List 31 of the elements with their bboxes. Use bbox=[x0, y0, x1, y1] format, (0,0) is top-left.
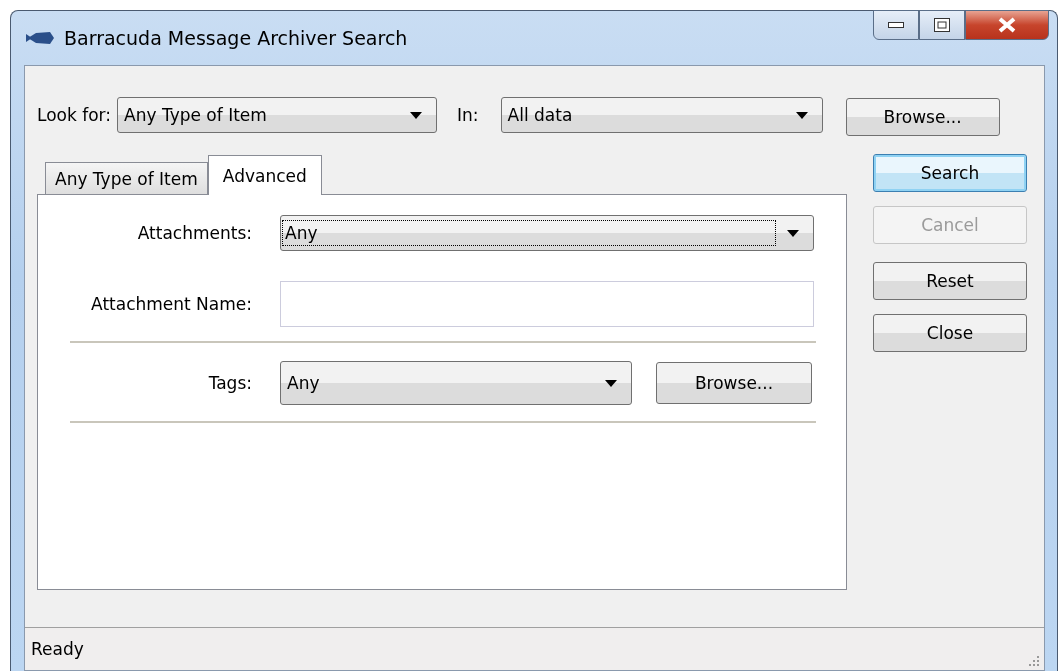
dialog-button[interactable]: Reset bbox=[873, 262, 1027, 300]
fish-logo-icon bbox=[26, 29, 56, 47]
close-button[interactable] bbox=[965, 10, 1049, 40]
dropdown-arrow-icon bbox=[787, 229, 799, 237]
dialog-button[interactable]: Close bbox=[873, 314, 1027, 352]
tags-browse-button[interactable]: Browse... bbox=[656, 362, 812, 404]
attachment-name-field[interactable] bbox=[280, 281, 814, 327]
minimize-icon bbox=[888, 22, 904, 28]
resize-grip-icon bbox=[1028, 655, 1040, 667]
look-for-label: Look for: bbox=[37, 105, 112, 125]
attachments-label: Attachments: bbox=[136, 223, 252, 243]
tab[interactable]: Any Type of Item bbox=[45, 162, 208, 194]
tab[interactable]: Advanced bbox=[207, 155, 322, 195]
dialog-button[interactable]: Search bbox=[873, 154, 1027, 192]
status-text: Ready bbox=[31, 639, 84, 659]
dropdown-arrow-icon bbox=[795, 111, 808, 119]
tags-label: Tags: bbox=[207, 373, 252, 393]
tags-dropdown[interactable]: Any bbox=[280, 361, 632, 405]
minimize-button[interactable] bbox=[873, 10, 919, 40]
window-title: Barracuda Message Archiver Search bbox=[64, 27, 408, 49]
dropdown-arrow-icon bbox=[410, 111, 423, 119]
close-icon bbox=[997, 17, 1017, 33]
maximize-icon bbox=[934, 18, 950, 32]
maximize-button[interactable] bbox=[919, 10, 965, 40]
attachment-name-label: Attachment Name: bbox=[90, 294, 252, 314]
attachments-dropdown[interactable]: Any bbox=[280, 215, 814, 251]
dropdown-arrow-icon bbox=[605, 379, 617, 387]
in-label: In: bbox=[457, 105, 479, 125]
look-for-dropdown[interactable]: Any Type of Item bbox=[117, 97, 438, 133]
browse-button[interactable]: Browse... bbox=[845, 98, 1000, 136]
in-dropdown[interactable]: All data bbox=[500, 97, 823, 133]
